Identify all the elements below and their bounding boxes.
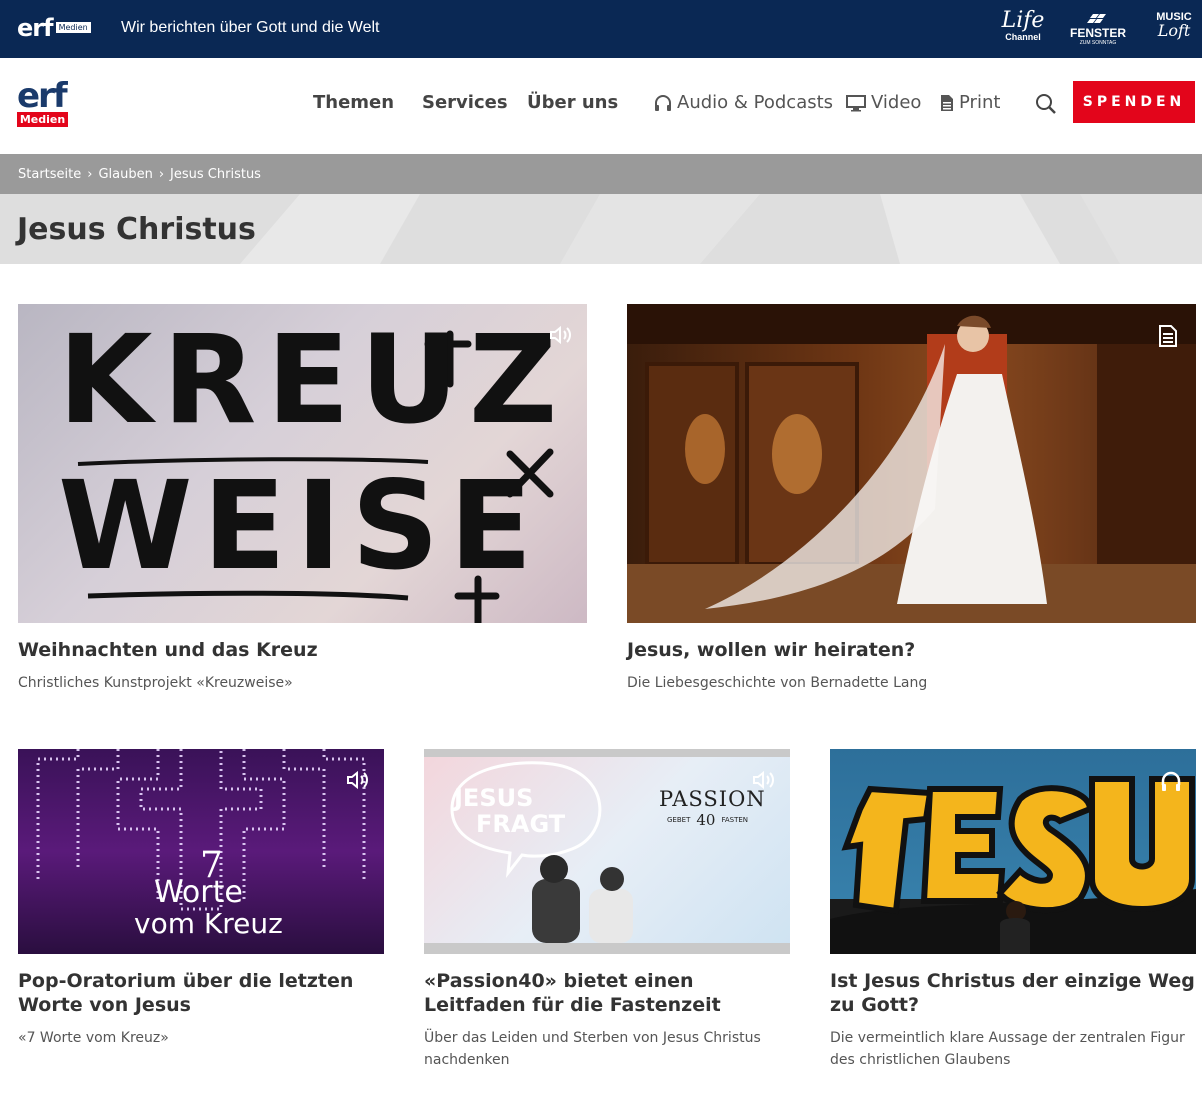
nav-themen[interactable]: Themen — [313, 92, 394, 113]
card-image-kreuzweise[interactable]: KREUZ WEISE — [18, 304, 587, 623]
nav-video[interactable]: Video — [846, 92, 921, 113]
breadcrumb-separator-icon: › — [158, 167, 165, 182]
passion-logo: PASSION — [659, 787, 766, 811]
oratorium-word-1: Worte — [154, 875, 243, 910]
monitor-icon — [846, 94, 866, 112]
card-image-jesus-graffiti[interactable] — [830, 749, 1196, 954]
card-title[interactable]: Jesus, wollen wir heiraten? — [627, 638, 1196, 662]
top-logo-text: erf — [17, 14, 54, 42]
nav-audio-podcasts[interactable]: Audio & Podcasts — [654, 92, 833, 113]
life-logo-small: Channel — [1005, 32, 1041, 42]
audio-icon — [549, 324, 573, 346]
jesus-fragt-word-2: FRAGT — [476, 810, 566, 838]
breadcrumb-item-current: Jesus Christus — [170, 167, 261, 182]
article-card[interactable]: KREUZ WEISE Weihnachten und das Kreuz Ch… — [18, 304, 587, 704]
nav-print[interactable]: Print — [940, 92, 1000, 113]
donate-button[interactable]: SPENDEN — [1073, 81, 1195, 123]
site-logo-text: erf — [17, 76, 68, 116]
card-image-7-worte[interactable]: 7 Worte vom Kreuz — [18, 749, 384, 954]
slogan: Wir berichten über Gott und die Welt — [121, 19, 380, 36]
nav-ueber-uns[interactable]: Über uns — [527, 92, 618, 113]
article-icon — [1158, 324, 1182, 347]
top-bar: erf Medien Wir berichten über Gott und di… — [0, 0, 1202, 58]
card-title[interactable]: «Passion40» bietet einen Leitfaden für d… — [424, 969, 790, 1017]
card-subtitle: Die vermeintlich klare Aussage der zentr… — [830, 1030, 1185, 1068]
life-logo-big: Life — [1001, 8, 1045, 33]
passion-fasten: FASTEN — [721, 816, 749, 824]
oratorium-word-2: vom Kreuz — [134, 907, 283, 940]
breadcrumb-separator-icon: › — [87, 167, 93, 182]
audio-icon — [346, 769, 370, 791]
article-card[interactable]: Jesus, wollen wir heiraten? Die Liebesge… — [627, 304, 1196, 704]
kreuzweise-word-1: KREUZ — [58, 309, 568, 451]
nav-audio-label: Audio & Podcasts — [677, 92, 834, 113]
nav-print-label: Print — [959, 92, 1001, 113]
search-button[interactable] — [1034, 92, 1058, 116]
passion-number: 40 — [696, 811, 716, 829]
article-card[interactable]: Ist Jesus Christus der einzige Weg zu Go… — [830, 749, 1196, 1089]
music-logo-small: Loft — [1157, 21, 1191, 40]
audio-icon — [752, 769, 776, 791]
article-card[interactable]: JESUS FRAGT PASSION GEBET 40 FASTEN «Pas… — [424, 749, 790, 1089]
partner-fenster[interactable]: FENSTER ZUM SONNTAG — [1070, 14, 1126, 46]
breadcrumb: Startseite › Glauben › Jesus Christus — [18, 167, 261, 182]
card-subtitle: Christliches Kunstprojekt «Kreuzweise» — [18, 675, 293, 691]
article-card[interactable]: 7 Worte vom Kreuz Pop-Oratorium über die… — [18, 749, 384, 1079]
nav-video-label: Video — [871, 92, 922, 113]
fenster-logo-small: ZUM SONNTAG — [1079, 40, 1117, 46]
passion-subline: GEBET 40 FASTEN — [667, 811, 748, 829]
document-icon — [940, 94, 954, 112]
page-title: Jesus Christus — [17, 212, 256, 247]
passion-gebet: GEBET — [667, 816, 691, 824]
card-title[interactable]: Ist Jesus Christus der einzige Weg zu Go… — [830, 969, 1196, 1017]
card-image-wedding[interactable] — [627, 304, 1196, 623]
breadcrumb-item-glauben[interactable]: Glauben — [98, 167, 152, 182]
card-subtitle: «7 Worte vom Kreuz» — [18, 1030, 169, 1046]
top-logo-tag: Medien — [55, 22, 91, 33]
site-logo[interactable]: erf Medien — [17, 76, 71, 127]
kreuzweise-word-2: WEISE — [58, 455, 543, 597]
breadcrumb-item-startseite[interactable]: Startseite — [18, 167, 81, 182]
partner-life-channel[interactable]: Life Channel — [998, 8, 1048, 43]
site-logo-tag: Medien — [17, 112, 68, 127]
card-image-passion40[interactable]: JESUS FRAGT PASSION GEBET 40 FASTEN — [424, 749, 790, 954]
jesus-fragt-word-1: JESUS — [454, 784, 534, 812]
card-subtitle: Über das Leiden und Sterben von Jesus Ch… — [424, 1030, 761, 1068]
partner-music-loft[interactable]: MUSIC Loft — [1152, 12, 1196, 39]
headphones-icon — [654, 94, 672, 112]
jesus-fragt-title: JESUS FRAGT — [454, 785, 565, 837]
card-title[interactable]: Pop-Oratorium über die letzten Worte von… — [18, 969, 384, 1017]
search-icon — [1036, 94, 1056, 114]
fenster-bars-icon — [1070, 14, 1126, 26]
card-title[interactable]: Weihnachten und das Kreuz — [18, 638, 587, 662]
card-subtitle: Die Liebesgeschichte von Bernadette Lang — [627, 675, 928, 691]
fenster-logo: FENSTER — [1070, 26, 1127, 40]
top-logo[interactable]: erf Medien — [17, 14, 91, 42]
nav-services[interactable]: Services — [422, 92, 508, 113]
headphones-icon — [1160, 771, 1184, 793]
